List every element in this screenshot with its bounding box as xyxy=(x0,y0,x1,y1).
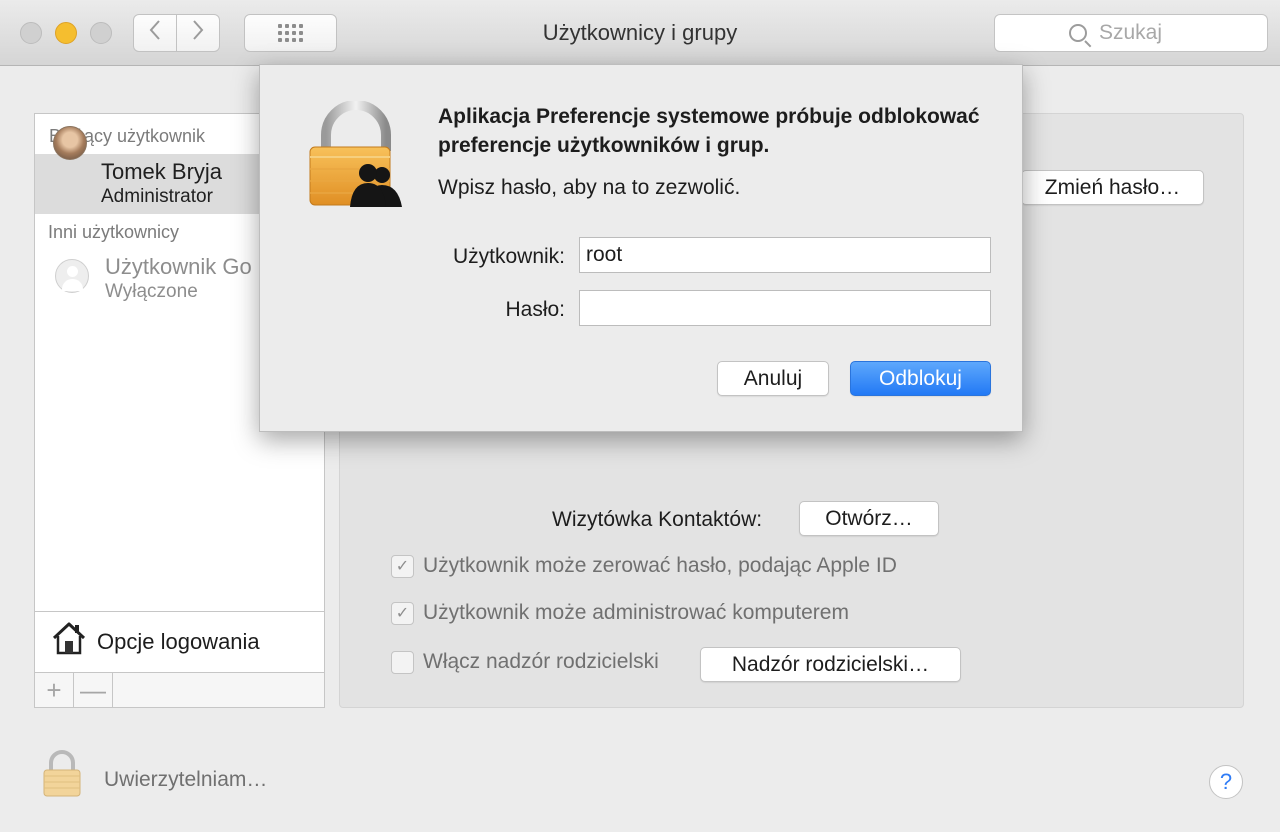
chevron-right-icon xyxy=(191,19,205,47)
contacts-card-label: Wizytówka Kontaktów: xyxy=(552,508,763,531)
help-button[interactable]: ? xyxy=(1209,765,1243,799)
forward-button[interactable] xyxy=(176,14,220,52)
close-window-button[interactable] xyxy=(20,22,42,44)
avatar xyxy=(53,126,87,160)
change-password-button[interactable]: Zmień hasło… xyxy=(1021,170,1204,205)
auth-dialog: Aplikacja Preferencje systemowe próbuje … xyxy=(259,64,1023,432)
guest-user-name[interactable]: Użytkownik Go xyxy=(105,254,252,280)
sidebar-toolbar: + — xyxy=(35,672,324,707)
empty-checkbox xyxy=(391,650,414,674)
checkbox-label: Użytkownik może administrować komputerem xyxy=(423,601,849,624)
cancel-button[interactable]: Anuluj xyxy=(717,361,829,396)
grid-icon xyxy=(278,24,303,42)
username-field[interactable] xyxy=(579,237,991,273)
search-placeholder: Szukaj xyxy=(1099,21,1163,44)
add-user-button[interactable]: + xyxy=(35,673,74,707)
user-name: Tomek Bryja xyxy=(101,159,223,184)
dialog-title: Aplikacja Preferencje systemowe próbuje … xyxy=(438,105,980,157)
help-icon: ? xyxy=(1219,769,1233,794)
checkmark-icon: ✓ xyxy=(391,601,414,625)
house-icon xyxy=(51,620,87,656)
guest-avatar xyxy=(55,259,89,293)
guest-user-status: Wyłączone xyxy=(105,281,198,302)
zoom-window-button[interactable] xyxy=(90,22,112,44)
search-field[interactable]: Szukaj xyxy=(994,14,1268,52)
parental-controls-button[interactable]: Nadzór rodzicielski… xyxy=(700,647,961,682)
other-users-heading: Inni użytkownicy xyxy=(48,222,180,242)
reset-password-apple-id-checkbox[interactable]: ✓ Użytkownik może zerować hasło, podając… xyxy=(391,554,897,578)
show-all-button[interactable] xyxy=(244,14,337,52)
login-options-label: Opcje logowania xyxy=(97,629,260,654)
dialog-subtitle: Wpisz hasło, aby na to zezwolić. xyxy=(438,176,741,199)
password-field[interactable] xyxy=(579,290,991,326)
minimize-window-button[interactable] xyxy=(55,22,77,44)
parental-controls-checkbox[interactable]: Włącz nadzór rodzicielski xyxy=(391,650,659,674)
chevron-left-icon xyxy=(148,19,162,47)
checkbox-label: Użytkownik może zerować hasło, podając A… xyxy=(423,554,897,577)
lock-icon xyxy=(308,100,404,209)
back-button[interactable] xyxy=(133,14,177,52)
user-role: Administrator xyxy=(101,186,213,207)
login-options-item[interactable]: Opcje logowania xyxy=(35,611,324,673)
window-title: Użytkownicy i grupy xyxy=(542,20,738,45)
title-bar: Użytkownicy i grupy Szukaj xyxy=(0,0,1280,66)
open-contacts-button[interactable]: Otwórz… xyxy=(799,501,939,536)
allow-admin-checkbox[interactable]: ✓ Użytkownik może administrować komputer… xyxy=(391,601,849,625)
lock-icon[interactable] xyxy=(42,749,82,797)
checkbox-label: Włącz nadzór rodzicielski xyxy=(423,650,659,673)
search-icon xyxy=(1069,24,1087,42)
password-label: Hasło: xyxy=(505,298,565,321)
remove-user-button[interactable]: — xyxy=(74,673,113,707)
checkmark-icon: ✓ xyxy=(391,554,414,578)
username-label: Użytkownik: xyxy=(452,245,565,268)
unlock-button[interactable]: Odblokuj xyxy=(850,361,991,396)
auth-status-text: Uwierzytelniam… xyxy=(104,768,268,791)
